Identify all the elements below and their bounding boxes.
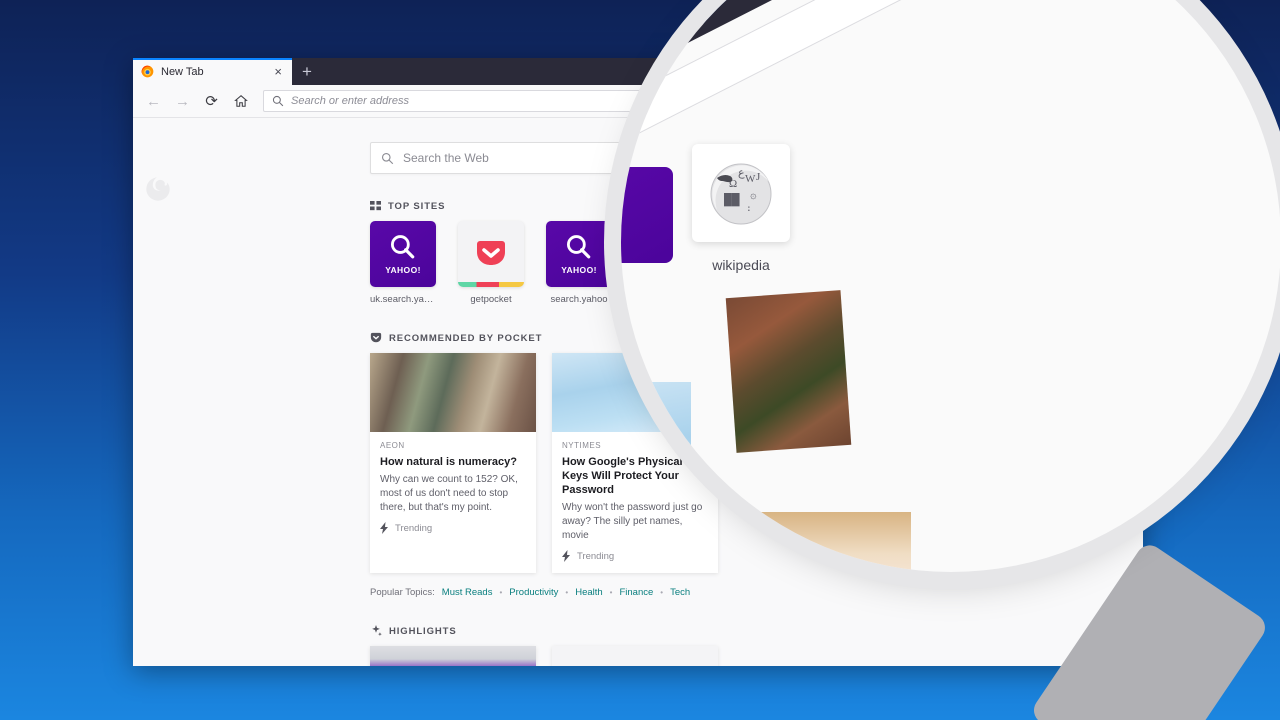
top-sites-label: TOP SITES [388, 201, 446, 212]
pocket-card[interactable]: AEON How natural is numeracy? Why can we… [370, 353, 536, 574]
highlight-card[interactable] [370, 646, 536, 666]
highlights-header: HIGHLIGHTS [370, 625, 840, 637]
separator: • [499, 588, 503, 598]
browser-tab[interactable]: New Tab × [133, 58, 292, 85]
card-excerpt: Why can we count to 152? OK, most of us … [380, 474, 518, 514]
tile-label: uk.search.yahoo [370, 294, 436, 305]
tile-brand: YAHOO! [385, 265, 421, 275]
search-icon [272, 95, 284, 107]
separator: • [609, 588, 613, 598]
highlight-card[interactable] [552, 646, 718, 666]
card-footer: Trending [380, 522, 526, 535]
separator: • [660, 588, 664, 598]
card-thumbnail [370, 646, 536, 666]
topic-link-must-reads[interactable]: Must Reads [442, 587, 493, 598]
topic-link-health[interactable]: Health [575, 587, 602, 598]
firefox-icon [141, 65, 154, 78]
back-button[interactable]: ← [139, 87, 168, 116]
tile-label: search.yahoo [550, 294, 608, 305]
separator: • [565, 588, 569, 598]
search-icon [381, 152, 394, 164]
card-source: AEON [380, 441, 405, 450]
lightning-icon [380, 522, 388, 535]
firefox-watermark-icon [146, 177, 170, 201]
pocket-label: RECOMMENDED BY POCKET [389, 332, 543, 344]
topic-link-tech[interactable]: Tech [670, 587, 690, 598]
card-badge: Trending [395, 522, 433, 534]
wikipedia-icon: WΩ ۞██ ։J ع [710, 163, 772, 225]
tab-title: New Tab [161, 65, 204, 78]
svg-text:ع: ع [738, 167, 745, 179]
magnified-pocket-thumbnail [621, 382, 691, 532]
svg-text:J: J [756, 171, 761, 183]
pocket-icon [370, 332, 382, 343]
magnifier-lens: WΩ ۞██ ։J ع wikipedia New Window [621, 0, 1280, 572]
popular-topics: Popular Topics: Must Reads • Productivit… [370, 587, 840, 598]
highlights-row [370, 646, 840, 666]
home-button[interactable] [226, 87, 255, 116]
topic-link-productivity[interactable]: Productivity [509, 587, 558, 598]
highlights-label: HIGHLIGHTS [389, 625, 457, 637]
url-input[interactable]: Search or enter address [291, 95, 409, 107]
top-site-tile[interactable]: getpocket [458, 221, 524, 305]
svg-text:։: ։ [747, 202, 751, 214]
web-search-placeholder: Search the Web [403, 151, 489, 165]
magnified-tile-label: wikipedia [712, 257, 770, 273]
svg-text:W: W [745, 173, 756, 185]
card-thumbnail [552, 646, 718, 666]
magnified-content: WΩ ۞ ██ ։ J ع wikipedia [621, 0, 1280, 572]
home-icon [233, 95, 248, 107]
tile-label: getpocket [470, 294, 512, 305]
close-icon[interactable]: × [272, 65, 284, 78]
svg-text:۞: ۞ [750, 189, 757, 201]
top-site-tile[interactable]: YAHOO! uk.search.yahoo [370, 221, 436, 305]
topic-link-finance[interactable]: Finance [619, 587, 653, 598]
pocket-icon [458, 221, 524, 287]
popular-topics-label: Popular Topics: [370, 587, 435, 599]
lightning-icon [562, 550, 570, 563]
tile-brand: YAHOO! [561, 265, 597, 275]
magnified-yahoo-tile [621, 167, 673, 263]
card-thumbnail [370, 353, 536, 432]
forward-button[interactable]: → [168, 87, 197, 116]
yahoo-icon: YAHOO! [370, 221, 436, 287]
magnified-highlight-thumbnail [725, 290, 852, 453]
magnified-highlight-thumbnail-2 [751, 512, 911, 572]
grid-icon [370, 201, 381, 211]
card-title: How natural is numeracy? [380, 456, 517, 468]
card-badge: Trending [577, 550, 615, 562]
top-site-tile[interactable]: YAHOO! search.yahoo [546, 221, 612, 305]
new-tab-button[interactable]: + [292, 58, 322, 85]
reload-button[interactable]: ⟳ [197, 87, 226, 116]
yahoo-icon: YAHOO! [546, 221, 612, 287]
sparkle-icon [372, 625, 382, 637]
svg-text:██: ██ [724, 192, 740, 207]
magnified-wikipedia-tile[interactable]: WΩ ۞ ██ ։ J ع [692, 144, 790, 242]
